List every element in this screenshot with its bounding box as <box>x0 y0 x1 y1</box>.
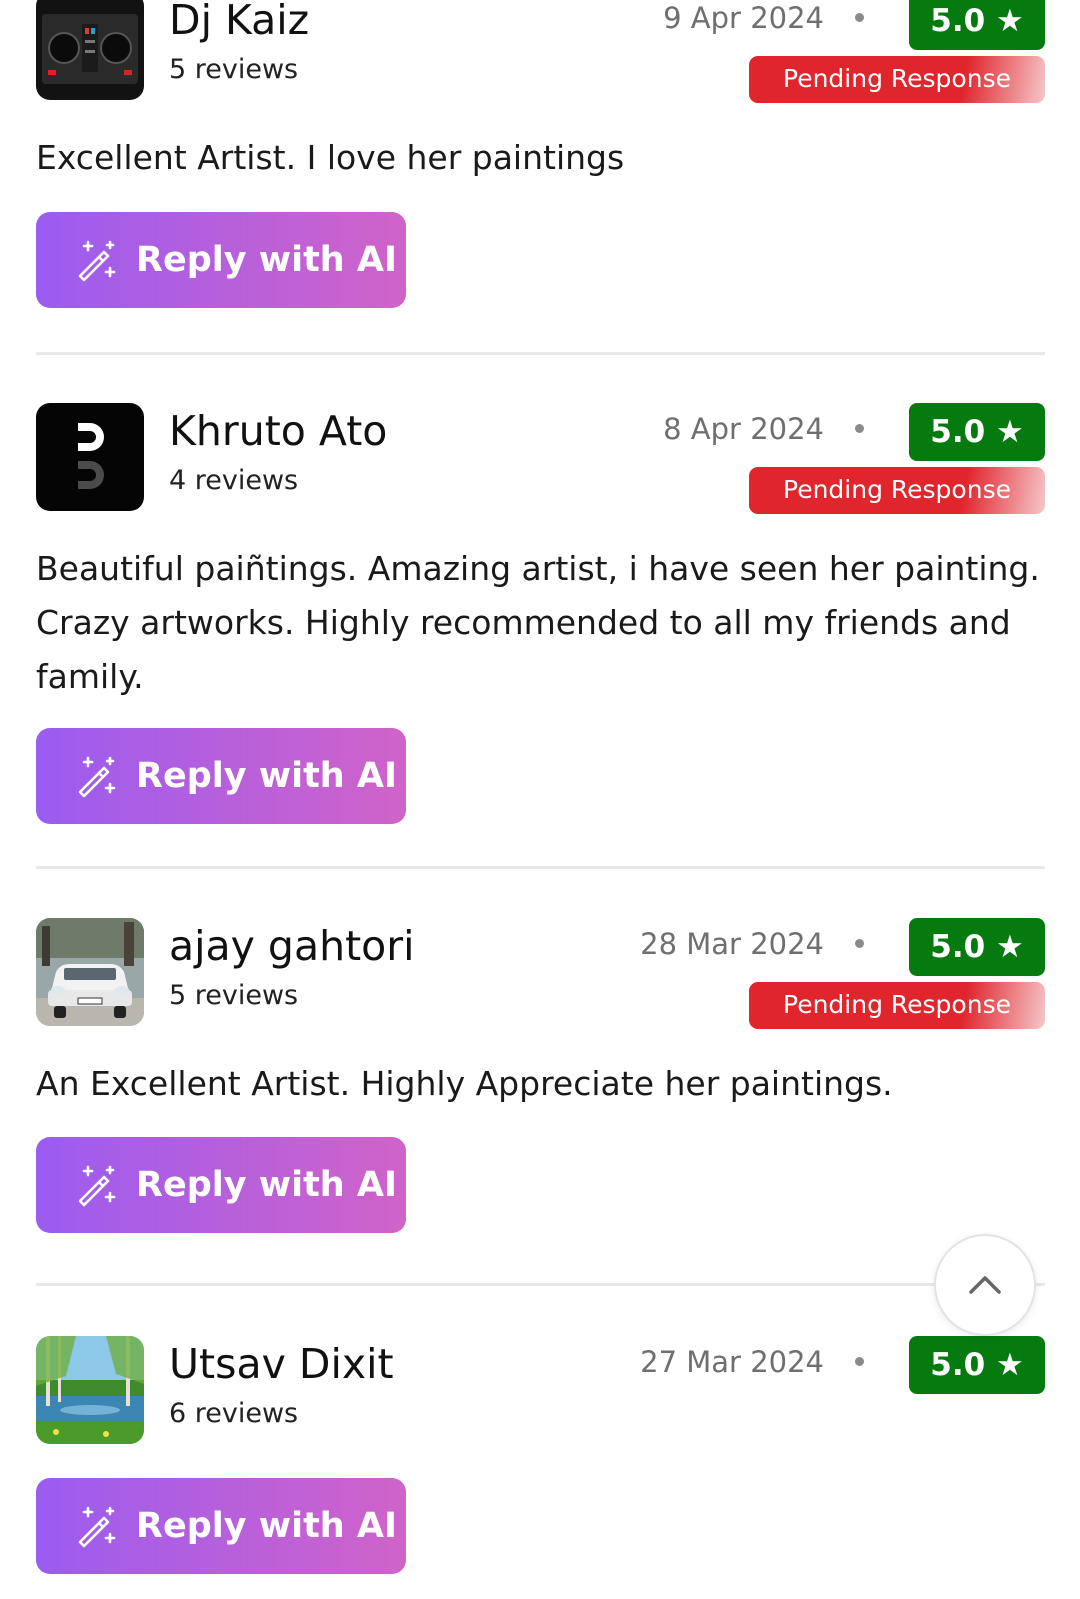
reviewer-avatar[interactable] <box>36 918 144 1026</box>
magic-wand-icon <box>78 756 116 798</box>
dj-controller-photo-icon <box>36 0 144 100</box>
reply-button-label: Reply with AI <box>136 756 398 796</box>
review-divider <box>36 866 1045 869</box>
status-badge: Pending Response <box>749 56 1045 103</box>
scroll-to-top-button[interactable] <box>934 1234 1036 1336</box>
rating-badge: 5.0 ★ <box>909 918 1045 976</box>
reply-with-ai-button[interactable]: Reply with AI <box>36 1137 406 1233</box>
reply-button-label: Reply with AI <box>136 1165 398 1205</box>
separator-dot <box>855 13 864 22</box>
reply-with-ai-button[interactable]: Reply with AI <box>36 1478 406 1574</box>
reply-with-ai-button[interactable]: Reply with AI <box>36 728 406 824</box>
review-card: Utsav Dixit 6 reviews 27 Mar 2024 5.0 ★ … <box>36 1336 1045 1574</box>
review-header: ajay gahtori 5 reviews 28 Mar 2024 5.0 ★… <box>36 918 1045 1029</box>
review-date: 9 Apr 2024 <box>663 1 824 35</box>
reviewer-review-count: 5 reviews <box>169 980 299 1011</box>
reviews-page: Dj Kaiz 5 reviews 9 Apr 2024 5.0 ★ Pendi… <box>0 0 1080 1599</box>
separator-dot <box>855 424 864 433</box>
rating-badge: 5.0 ★ <box>909 1336 1045 1394</box>
review-header: Dj Kaiz 5 reviews 9 Apr 2024 5.0 ★ Pendi… <box>36 0 1045 103</box>
review-divider <box>36 352 1045 355</box>
reviewer-avatar[interactable] <box>36 0 144 100</box>
review-text: Excellent Artist. I love her paintings <box>36 138 625 177</box>
review-card: Khruto Ato 4 reviews 8 Apr 2024 5.0 ★ Pe… <box>36 403 1045 824</box>
reviewer-avatar[interactable] <box>36 403 144 511</box>
monogram-d-logo-icon <box>36 403 144 511</box>
magic-wand-icon <box>78 240 116 282</box>
review-card: ajay gahtori 5 reviews 28 Mar 2024 5.0 ★… <box>36 918 1045 1233</box>
review-header: Utsav Dixit 6 reviews 27 Mar 2024 5.0 ★ <box>36 1336 1045 1444</box>
reply-button-label: Reply with AI <box>136 1506 398 1546</box>
review-header: Khruto Ato 4 reviews 8 Apr 2024 5.0 ★ Pe… <box>36 403 1045 514</box>
rating-badge: 5.0 ★ <box>909 0 1045 50</box>
rating-badge: 5.0 ★ <box>909 403 1045 461</box>
review-card: Dj Kaiz 5 reviews 9 Apr 2024 5.0 ★ Pendi… <box>36 0 1045 308</box>
reply-with-ai-button[interactable]: Reply with AI <box>36 212 406 308</box>
reviewer-name: Utsav Dixit <box>169 1340 394 1388</box>
reviewer-name: Khruto Ato <box>169 407 388 455</box>
reviewer-review-count: 6 reviews <box>169 1398 299 1429</box>
reviewer-name: ajay gahtori <box>169 922 415 970</box>
magic-wand-icon <box>78 1506 116 1548</box>
reviewer-review-count: 5 reviews <box>169 54 299 85</box>
lake-landscape-photo-icon <box>36 1336 144 1444</box>
reviewer-avatar[interactable] <box>36 1336 144 1444</box>
separator-dot <box>855 1357 864 1366</box>
white-car-photo-icon <box>36 918 144 1026</box>
review-divider <box>36 1283 1045 1286</box>
magic-wand-icon <box>78 1165 116 1207</box>
separator-dot <box>855 939 864 948</box>
status-badge: Pending Response <box>749 467 1045 514</box>
review-date: 27 Mar 2024 <box>640 1345 824 1379</box>
reply-button-label: Reply with AI <box>136 240 398 280</box>
review-text: An Excellent Artist. Highly Appreciate h… <box>36 1064 893 1103</box>
review-date: 28 Mar 2024 <box>640 927 824 961</box>
chevron-up-icon <box>969 1276 1001 1294</box>
status-badge: Pending Response <box>749 982 1045 1029</box>
reviewer-review-count: 4 reviews <box>169 465 299 496</box>
review-text: Beautiful paiñtings. Amazing artist, i h… <box>36 549 1040 696</box>
review-date: 8 Apr 2024 <box>663 412 824 446</box>
reviewer-name: Dj Kaiz <box>169 0 310 44</box>
